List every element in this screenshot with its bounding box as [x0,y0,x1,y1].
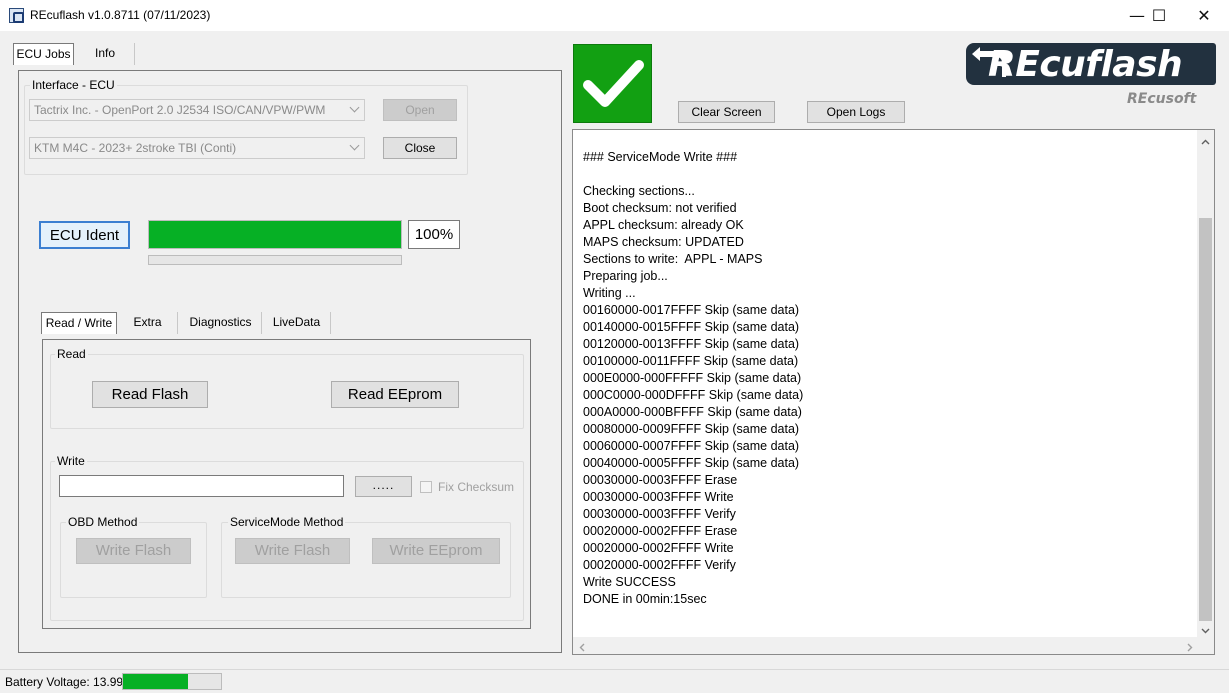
log-line: Boot checksum: not verified [583,201,737,215]
scrollbar-corner [1197,637,1214,654]
obd-method-label: OBD Method [66,515,140,529]
browse-button[interactable]: ..... [355,476,412,497]
tab-info[interactable]: Info [76,43,135,65]
log-line: 00100000-0011FFFF Skip (same data) [583,354,799,368]
app-icon [9,8,24,23]
log-line: 00030000-0003FFFF Erase [583,473,738,487]
log-line: 00030000-0003FFFF Write [583,490,734,504]
chevron-down-icon [349,140,360,151]
log-line: 00030000-0003FFFF Verify [583,507,736,521]
tab-livedata[interactable]: LiveData [263,312,331,334]
log-line: 00060000-0007FFFF Skip (same data) [583,439,800,453]
ecu-ident-button[interactable]: ECU Ident [39,221,130,249]
open-logs-button[interactable]: Open Logs [807,101,905,123]
log-line: 00120000-0013FFFF Skip (same data) [583,337,800,351]
logo-text: REcuflash [988,44,1183,85]
servicemode-method-label: ServiceMode Method [228,515,346,529]
log-line: 000E0000-000FFFFF Skip (same data) [583,371,802,385]
vertical-scroll-thumb[interactable] [1199,218,1212,621]
obd-write-flash-button[interactable]: Write Flash [76,538,191,564]
tab-extra[interactable]: Extra [118,312,178,334]
log-output[interactable]: ### ServiceMode Write ### Checking sectio… [572,129,1215,655]
service-write-flash-button[interactable]: Write Flash [235,538,350,564]
log-line: 00040000-0005FFFF Skip (same data) [583,456,800,470]
tab-read-write[interactable]: Read / Write [41,312,117,334]
log-line: 00020000-0002FFFF Verify [583,558,736,572]
ident-progress-bar [148,220,402,249]
read-group-label: Read [55,347,88,361]
log-line: APPL checksum: already OK [583,218,744,232]
close-window-button[interactable]: ✕ [1181,0,1227,31]
log-line: DONE in 00min:15sec [583,592,707,606]
logo: REcuflash [966,43,1216,85]
interface-group-label: Interface - ECU [30,78,117,92]
log-line: 000A0000-000BFFFF Skip (same data) [583,405,802,419]
read-flash-button[interactable]: Read Flash [92,381,208,408]
chevron-down-icon [349,102,360,113]
status-bar: Battery Voltage: 13.99 [0,669,1229,693]
fix-checksum-label: Fix Checksum [438,480,515,494]
horizontal-scrollbar[interactable] [573,637,1197,654]
log-line: 00020000-0002FFFF Erase [583,524,738,538]
clear-screen-button[interactable]: Clear Screen [678,101,775,123]
log-line: 00080000-0009FFFF Skip (same data) [583,422,800,436]
log-line: Writing ... [583,286,636,300]
service-write-eeprom-button[interactable]: Write EEprom [372,538,500,564]
write-file-input[interactable] [59,475,344,497]
battery-voltage-label: Battery Voltage: 13.99 [5,675,124,689]
interface-select[interactable]: Tactrix Inc. - OpenPort 2.0 J2534 ISO/CA… [29,99,365,121]
log-line: MAPS checksum: UPDATED [583,235,744,249]
ecu-select[interactable]: KTM M4C - 2023+ 2stroke TBI (Conti) [29,137,365,159]
ident-progress-fill [149,221,401,248]
window-title: REcuflash v1.0.8711 (07/11/2023) [30,8,211,22]
fix-checksum-checkbox[interactable] [420,481,432,493]
secondary-progress-bar [148,255,402,265]
log-line: Write SUCCESS [583,575,676,589]
scroll-right-icon[interactable] [1185,641,1194,652]
open-button[interactable]: Open [383,99,457,121]
log-line: Checking sections... [583,184,695,198]
title-bar: REcuflash v1.0.8711 (07/11/2023) — ☐ ✕ [0,0,1229,31]
ident-progress-text: 100% [408,220,460,249]
tab-diagnostics[interactable]: Diagnostics [180,312,262,334]
scroll-down-icon[interactable] [1201,624,1210,634]
maximize-button[interactable]: ☐ [1136,0,1182,31]
company-logo-text: REcusoft [1127,91,1197,107]
ecu-select-value: KTM M4C - 2023+ 2stroke TBI (Conti) [34,141,237,155]
close-button[interactable]: Close [383,137,457,159]
log-line: 000C0000-000DFFFF Skip (same data) [583,388,804,402]
battery-level-fill [123,674,188,689]
log-line: 00020000-0002FFFF Write [583,541,734,555]
read-eeprom-button[interactable]: Read EEprom [331,381,459,408]
interface-select-value: Tactrix Inc. - OpenPort 2.0 J2534 ISO/CA… [34,103,326,117]
log-line: Preparing job... [583,269,668,283]
tab-ecu-jobs[interactable]: ECU Jobs [13,43,74,65]
log-line: 00160000-0017FFFF Skip (same data) [583,303,800,317]
log-line: ### ServiceMode Write ### [583,150,738,164]
scroll-left-icon[interactable] [578,641,587,652]
log-line: 00140000-0015FFFF Skip (same data) [583,320,800,334]
vertical-scrollbar[interactable] [1197,130,1214,637]
write-group-label: Write [55,454,87,468]
checkmark-icon [573,44,652,123]
scroll-up-icon[interactable] [1201,136,1210,145]
log-line: Sections to write: APPL - MAPS [583,252,763,266]
battery-level-bar [122,673,222,690]
